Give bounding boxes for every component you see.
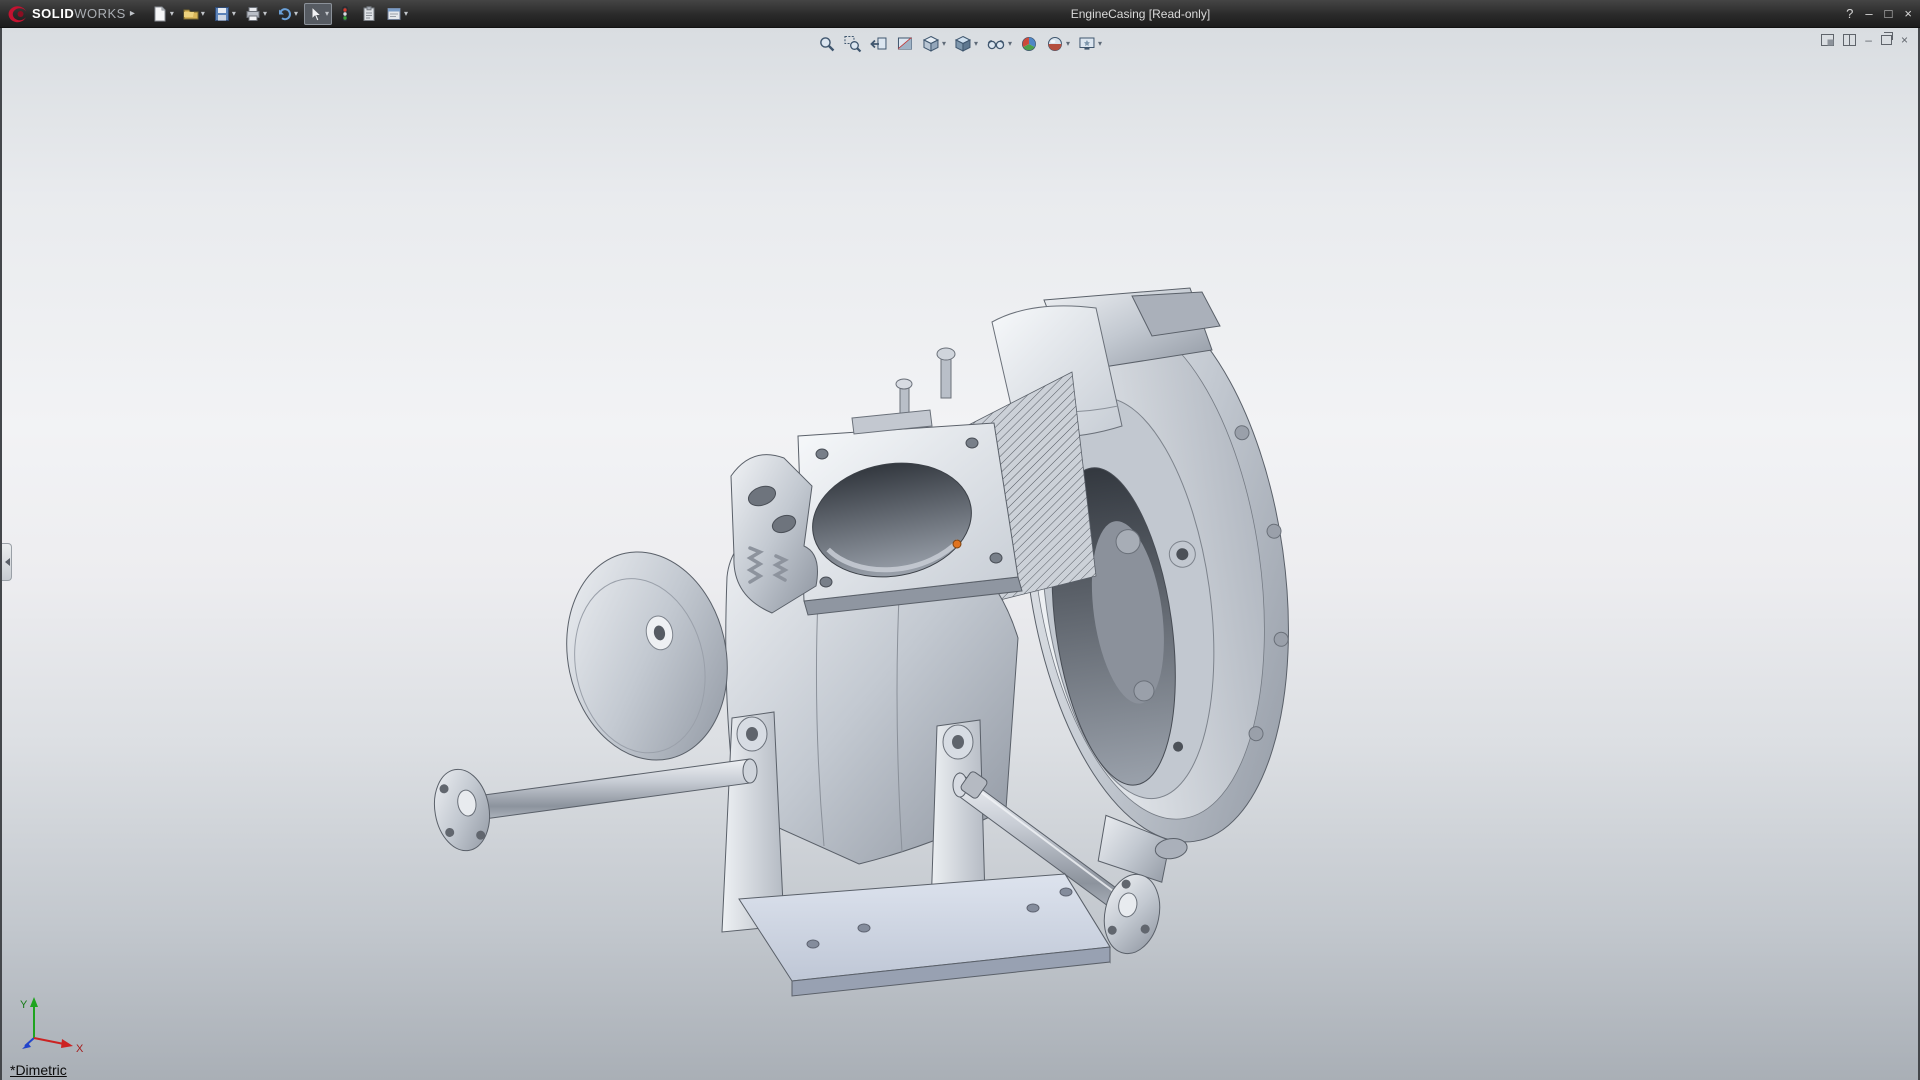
options-icon xyxy=(387,7,401,20)
select-button[interactable]: ▾ xyxy=(303,2,332,25)
split-panes-icon[interactable] xyxy=(1843,34,1857,46)
dropdown-arrow-icon[interactable]: ▾ xyxy=(263,9,267,18)
quick-access-toolbar: ▾ ▾ ▾ ▾ ▾ ▾ ▾ xyxy=(149,2,411,25)
display-style-button[interactable]: ▾ xyxy=(950,33,982,55)
mount-lug-bracket[interactable] xyxy=(730,454,818,614)
print-icon xyxy=(246,6,260,21)
previous-view-button[interactable] xyxy=(866,33,892,55)
open-folder-icon xyxy=(183,9,199,19)
dropdown-arrow-icon[interactable]: ▾ xyxy=(974,40,978,48)
dropdown-arrow-icon[interactable]: ▾ xyxy=(201,9,205,18)
minimize-button[interactable]: – xyxy=(1865,7,1872,20)
solidworks-window: SOLIDWORKS ▸ ▾ ▾ ▾ ▾ ▾ ▾ ▾ EngineCasing … xyxy=(0,0,1920,1080)
x-axis[interactable]: X xyxy=(33,1037,84,1055)
options-button[interactable]: ▾ xyxy=(383,3,411,25)
featuremanager-flyout-handle[interactable] xyxy=(2,543,12,581)
xpress-products-button[interactable] xyxy=(335,3,355,25)
undo-button[interactable]: ▾ xyxy=(273,3,301,25)
dropdown-arrow-icon[interactable]: ▾ xyxy=(1008,40,1012,48)
hide-show-items-button[interactable]: ▾ xyxy=(982,33,1016,55)
open-button[interactable]: ▾ xyxy=(180,3,208,25)
section-view-button[interactable] xyxy=(892,33,918,55)
zoom-to-fit-icon xyxy=(820,37,835,52)
new-document-icon xyxy=(154,6,166,21)
3ds-logo-icon xyxy=(8,5,26,22)
y-axis[interactable]: Y xyxy=(20,997,38,1038)
view-orientation-button[interactable]: ▾ xyxy=(918,33,950,55)
x-axis-label: X xyxy=(76,1043,84,1055)
view-settings-icon xyxy=(1079,37,1095,50)
dropdown-arrow-icon[interactable]: ▾ xyxy=(325,9,329,18)
hide-show-items-icon xyxy=(987,40,1005,50)
help-button[interactable]: ? xyxy=(1846,7,1853,20)
dropdown-arrow-icon[interactable]: ▾ xyxy=(170,9,174,18)
menu-expand-arrow[interactable]: ▸ xyxy=(130,8,135,19)
close-button[interactable]: × xyxy=(1904,7,1912,20)
z-axis[interactable] xyxy=(22,1037,35,1049)
save-icon xyxy=(214,6,229,21)
dropdown-arrow-icon[interactable]: ▾ xyxy=(1098,40,1102,48)
zoom-to-fit-button[interactable] xyxy=(814,33,840,55)
document-title: EngineCasing [Read-only] xyxy=(1070,6,1211,21)
print-button[interactable]: ▾ xyxy=(242,3,270,25)
save-button[interactable]: ▾ xyxy=(211,3,239,25)
new-button[interactable]: ▾ xyxy=(149,3,177,25)
solidworks-logo: SOLIDWORKS xyxy=(0,5,126,23)
xpress-products-icon xyxy=(342,6,348,21)
heads-up-view-toolbar: ▾ ▾ ▾ ▾ ▾ xyxy=(814,33,1106,55)
undo-icon xyxy=(278,7,291,20)
brand-text-works: WORKS xyxy=(74,5,126,21)
mount-shaft-left[interactable] xyxy=(432,758,758,855)
y-axis-label: Y xyxy=(20,999,28,1011)
zoom-to-area-icon xyxy=(844,36,862,53)
document-close-button[interactable]: × xyxy=(1901,34,1908,46)
collapse-arrow-icon xyxy=(1,558,10,566)
titlebar: SOLIDWORKS ▸ ▾ ▾ ▾ ▾ ▾ ▾ ▾ EngineCasing … xyxy=(0,0,1920,28)
graphics-viewport[interactable]: ▾ ▾ ▾ ▾ ▾ – × Y X *Dimetric xyxy=(0,28,1920,1080)
edit-appearance-icon xyxy=(1022,37,1037,51)
document-minimize-button[interactable]: – xyxy=(1865,34,1872,46)
dropdown-arrow-icon[interactable]: ▾ xyxy=(942,40,946,48)
maximize-button[interactable]: □ xyxy=(1885,7,1893,20)
document-window-controls: – × xyxy=(1821,32,1908,46)
view-orientation-cube-icon xyxy=(922,35,940,52)
display-style-icon xyxy=(954,35,972,52)
select-pane-icon[interactable] xyxy=(1821,34,1835,46)
dropdown-arrow-icon[interactable]: ▾ xyxy=(294,9,298,18)
view-orientation-label: *Dimetric xyxy=(10,1062,67,1078)
window-controls: ? – □ × xyxy=(1846,0,1912,27)
reference-triad[interactable]: Y X xyxy=(18,994,92,1058)
zoom-to-area-button[interactable] xyxy=(840,33,866,55)
engine-casing-model[interactable] xyxy=(432,286,1292,1016)
file-properties-button[interactable] xyxy=(358,3,380,25)
base-plate[interactable] xyxy=(738,872,1111,997)
document-restore-button[interactable] xyxy=(1880,32,1893,45)
selection-marker[interactable] xyxy=(952,539,962,549)
dropdown-arrow-icon[interactable]: ▾ xyxy=(232,9,236,18)
dropdown-arrow-icon[interactable]: ▾ xyxy=(404,9,408,18)
view-settings-button[interactable]: ▾ xyxy=(1074,33,1106,55)
dropdown-arrow-icon[interactable]: ▾ xyxy=(1066,40,1070,48)
apply-scene-button[interactable]: ▾ xyxy=(1042,33,1074,55)
apply-scene-icon xyxy=(1048,37,1063,51)
select-arrow-icon xyxy=(311,5,323,22)
flywheel-cover[interactable] xyxy=(548,537,746,775)
section-view-icon xyxy=(897,37,912,50)
file-properties-icon xyxy=(363,5,375,21)
brand-text-solid: SOLID xyxy=(32,5,75,21)
edit-appearance-button[interactable] xyxy=(1016,33,1042,55)
previous-view-icon xyxy=(870,37,887,50)
